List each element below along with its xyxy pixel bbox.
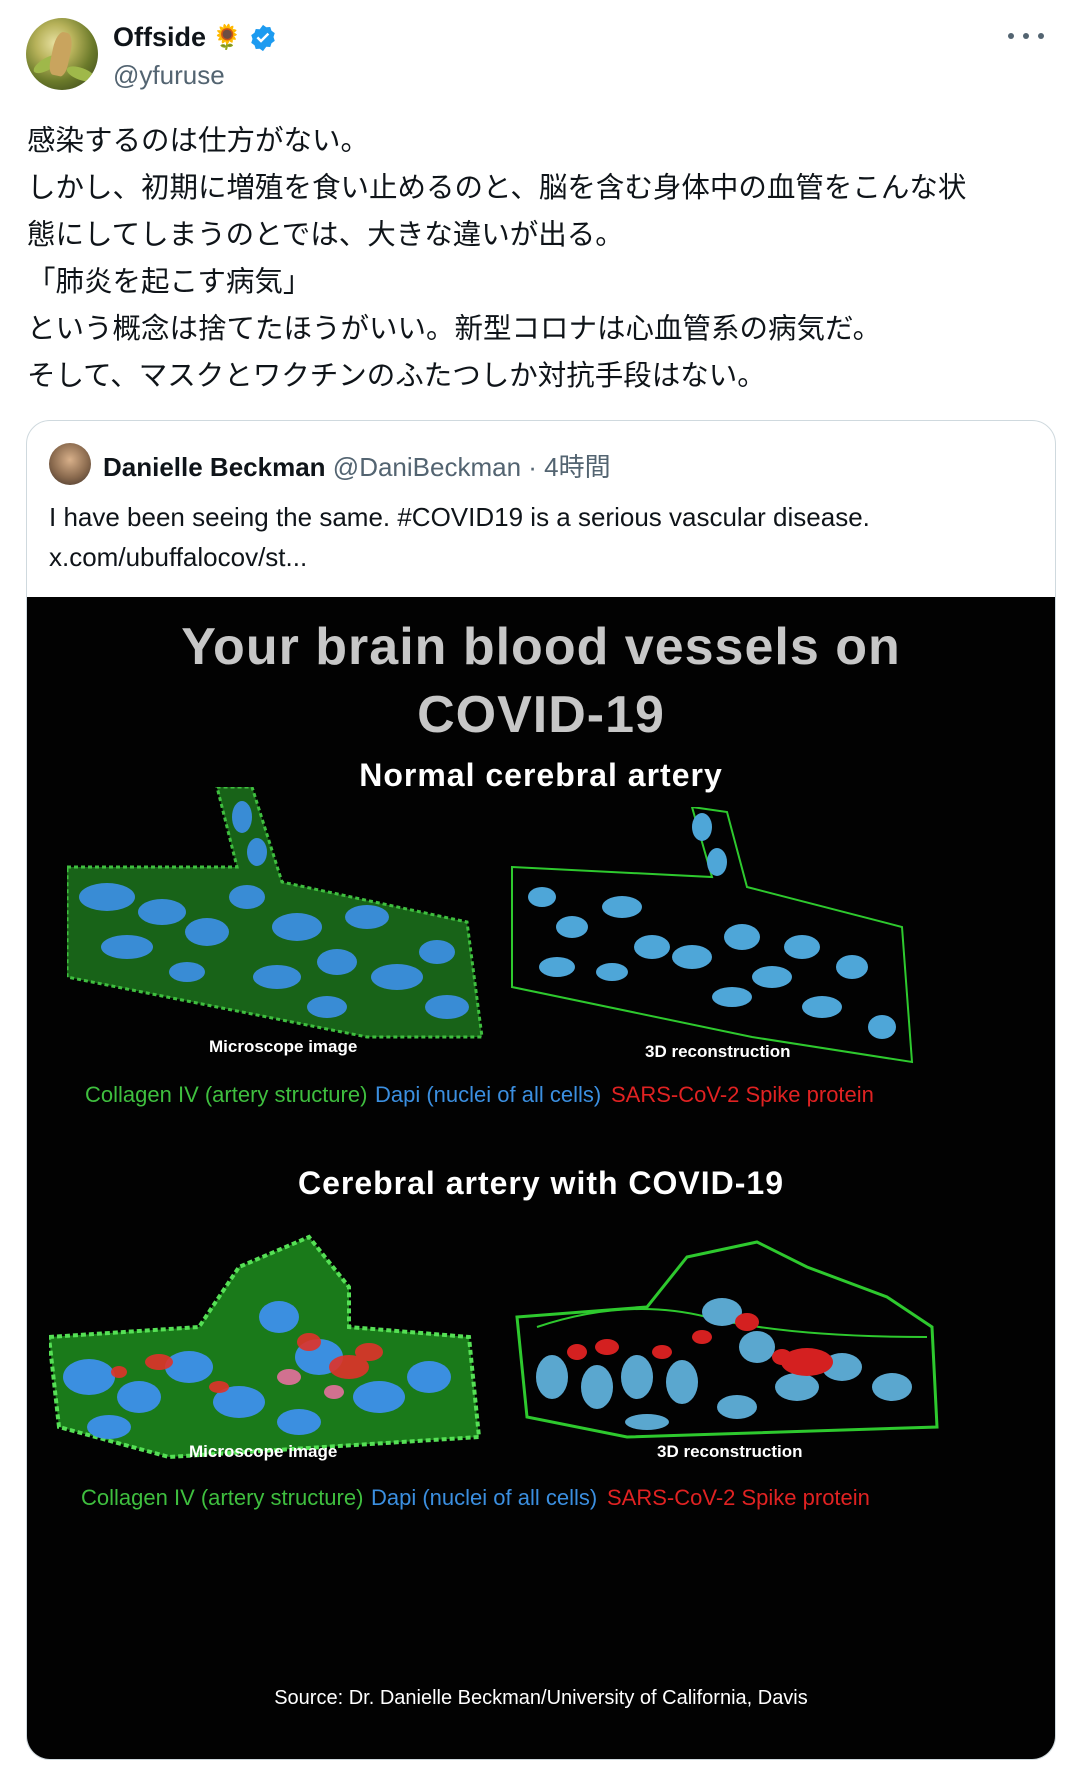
author-name[interactable]: Offside [113,22,206,53]
section-covid-title: Cerebral artery with COVID-19 [297,1165,785,1201]
sunflower-emoji: 🌻 [212,23,242,51]
caption-microscope-normal: Microscope image [209,1037,358,1056]
tweet-line: という概念は捨てたほうがいい。新型コロナは心血管系の病気だ。 [27,313,882,345]
quote-author-handle[interactable]: @DaniBeckman [333,452,521,482]
author-avatar[interactable] [26,18,98,90]
tweet-line: しかし、初期に増殖を食い止めるのと、脳を含む身体中の血管をこんな状 [27,172,967,204]
caption-microscope-covid: Microscope image [189,1442,338,1461]
author-name-row[interactable]: Offside 🌻 [113,22,278,53]
quote-link[interactable]: x.com/ubuffalocov/st... [49,537,1029,577]
tweet-line: そして、マスクとワクチンのふたつしか対抗手段はない。 [27,360,766,392]
tweet-line: 感染するのは仕方がない。 [27,125,370,157]
tweet-line: 態にしてしまうのとでは、大きな違いが出る。 [27,219,624,251]
legend-collagen-2: Collagen IV (artery structure) [81,1485,364,1510]
normal-microscope-image [67,787,484,1039]
caption-3d-covid: 3D reconstruction [657,1442,803,1461]
tweet-text: 感染するのは仕方がない。 しかし、初期に増殖を食い止めるのと、脳を含む身体中の血… [27,118,1057,400]
quoted-tweet-card[interactable]: Danielle Beckman @DaniBeckman · 4時間 I ha… [26,420,1056,1760]
legend-spike-2: SARS-CoV-2 Spike protein [607,1485,870,1510]
caption-3d-normal: 3D reconstruction [645,1042,791,1061]
legend-collagen: Collagen IV (artery structure) [85,1082,368,1107]
quote-header: Danielle Beckman @DaniBeckman · 4時間 [103,447,611,484]
tweet-line: 「肺炎を起こす病気」 [27,266,312,298]
quote-separator: · [521,452,545,482]
verified-badge-icon [251,24,275,51]
quote-timestamp[interactable]: 4時間 [544,452,610,482]
media-source-credit: Source: Dr. Danielle Beckman/University … [274,1687,808,1709]
quote-text: I have been seeing the same. #COVID19 is… [49,497,1029,577]
legend-dapi-2: Dapi (nuclei of all cells) [371,1485,598,1510]
legend-dapi: Dapi (nuclei of all cells) [375,1082,602,1107]
media-title-line1: Your brain blood vessels on [181,618,901,676]
author-handle[interactable]: @yfuruse [113,60,225,91]
covid-3d-reconstruction [515,1240,939,1439]
legend-spike: SARS-CoV-2 Spike protein [611,1082,874,1107]
quote-media-image[interactable]: Your brain blood vessels on COVID-19 Nor… [27,597,1055,1759]
media-title-line2: COVID-19 [417,686,665,744]
quote-text-line: I have been seeing the same. #COVID19 is… [49,502,870,532]
quote-author-name[interactable]: Danielle Beckman [103,452,326,482]
quote-author-avatar[interactable] [49,443,91,485]
more-options-icon[interactable] [1008,26,1044,46]
